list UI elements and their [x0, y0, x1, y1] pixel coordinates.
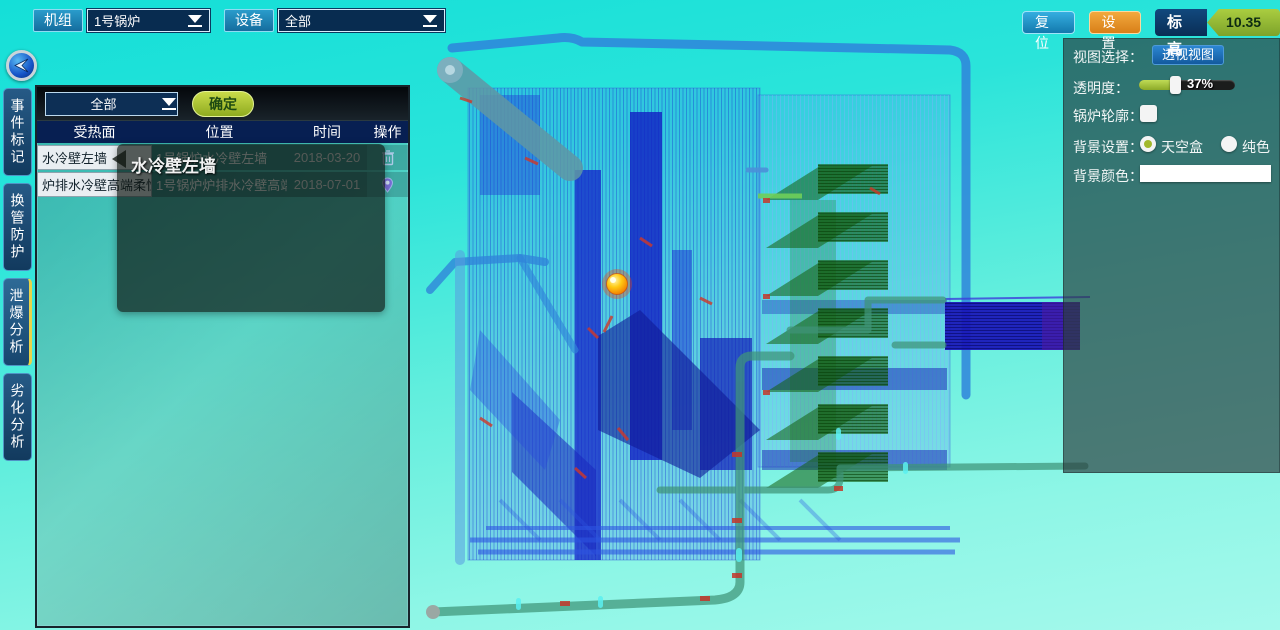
sidebar-tab-burst-analysis[interactable]: 泄爆分析 [3, 278, 32, 366]
confirm-button[interactable]: 确定 [192, 91, 254, 117]
device-label-button[interactable]: 设备 [224, 9, 274, 32]
unit-dropdown[interactable]: 1号锅炉 [87, 9, 210, 32]
background-color-label: 背景颜色： [1073, 166, 1143, 186]
confirm-button-label: 确定 [209, 96, 237, 112]
device-dropdown-value: 全部 [285, 11, 422, 30]
sidebar-tab-event-marks[interactable]: 事件标记 [3, 88, 32, 176]
elevation-value: 10.35 [1207, 9, 1280, 36]
event-filter-value: 全部 [46, 94, 161, 113]
chevron-down-icon [161, 98, 177, 110]
unit-dropdown-value: 1号锅炉 [94, 11, 187, 30]
arrow-left-icon [13, 57, 30, 74]
view-settings-panel: 视图选择： 透视视图 透明度： 37% 锅炉轮廓： 背景设置： 天空盒 纯色 背… [1063, 38, 1280, 473]
column-header-time: 时间 [287, 122, 367, 142]
background-color-swatch[interactable] [1140, 165, 1271, 182]
event-table-header: 受热面 位置 时间 操作 [37, 121, 408, 143]
opacity-slider[interactable]: 37% [1139, 80, 1235, 90]
top-bar-left: 机组 1号锅炉 设备 全部 [33, 9, 445, 32]
sidebar-tab-degradation-analysis[interactable]: 劣化分析 [3, 373, 32, 461]
back-button[interactable] [6, 50, 37, 81]
solid-color-radio[interactable] [1221, 136, 1237, 152]
event-panel-header: 全部 确定 [37, 87, 408, 121]
sidebar-tab-tube-protection[interactable]: 换管防护 [3, 183, 32, 271]
solid-color-radio-label: 纯色 [1242, 137, 1270, 157]
settings-button[interactable]: 设置 [1089, 11, 1142, 34]
boiler-outline-label: 锅炉轮廓： [1073, 106, 1143, 126]
event-list-panel: 全部 确定 受热面 位置 时间 操作 水冷壁左墙 1号锅炉水冷壁左墙 2018-… [35, 85, 410, 628]
background-setting-label: 背景设置： [1073, 137, 1143, 157]
reset-button-label: 复位 [1035, 14, 1049, 51]
settings-button-label: 设置 [1102, 14, 1116, 51]
device-dropdown[interactable]: 全部 [278, 9, 445, 32]
opacity-slider-handle[interactable] [1170, 76, 1181, 94]
column-header-surface: 受热面 [37, 122, 152, 142]
skybox-radio-label: 天空盒 [1161, 137, 1203, 157]
top-bar-right: 复位 设置 标高 10.35 [1022, 9, 1280, 36]
tab-label: 换管防护 [8, 193, 28, 261]
opacity-value: 37% [1187, 76, 1213, 91]
tab-label: 事件标记 [8, 98, 28, 166]
skybox-radio[interactable] [1140, 136, 1156, 152]
opacity-label: 透明度： [1073, 78, 1129, 98]
tab-label: 泄爆分析 [7, 288, 27, 356]
surface-tooltip: 水冷壁左墙 [117, 144, 385, 312]
device-label: 设备 [235, 12, 263, 28]
event-filter-dropdown[interactable]: 全部 [45, 92, 178, 116]
column-header-position: 位置 [152, 122, 287, 142]
perspective-view-button[interactable]: 透视视图 [1152, 45, 1224, 65]
tooltip-text: 水冷壁左墙 [117, 144, 385, 177]
elevation-label: 标高 [1155, 9, 1207, 36]
column-header-action: 操作 [367, 122, 408, 142]
reset-button[interactable]: 复位 [1022, 11, 1075, 34]
boiler-outline-checkbox[interactable] [1140, 105, 1157, 122]
chevron-down-icon [187, 15, 203, 27]
elevation-indicator: 标高 10.35 [1155, 9, 1280, 36]
unit-label-button[interactable]: 机组 [33, 9, 83, 32]
chevron-down-icon [422, 15, 438, 27]
unit-label: 机组 [44, 12, 72, 28]
event-sphere-marker[interactable] [602, 269, 632, 299]
pipe-end-cap [426, 605, 440, 619]
tab-label: 劣化分析 [8, 383, 28, 451]
